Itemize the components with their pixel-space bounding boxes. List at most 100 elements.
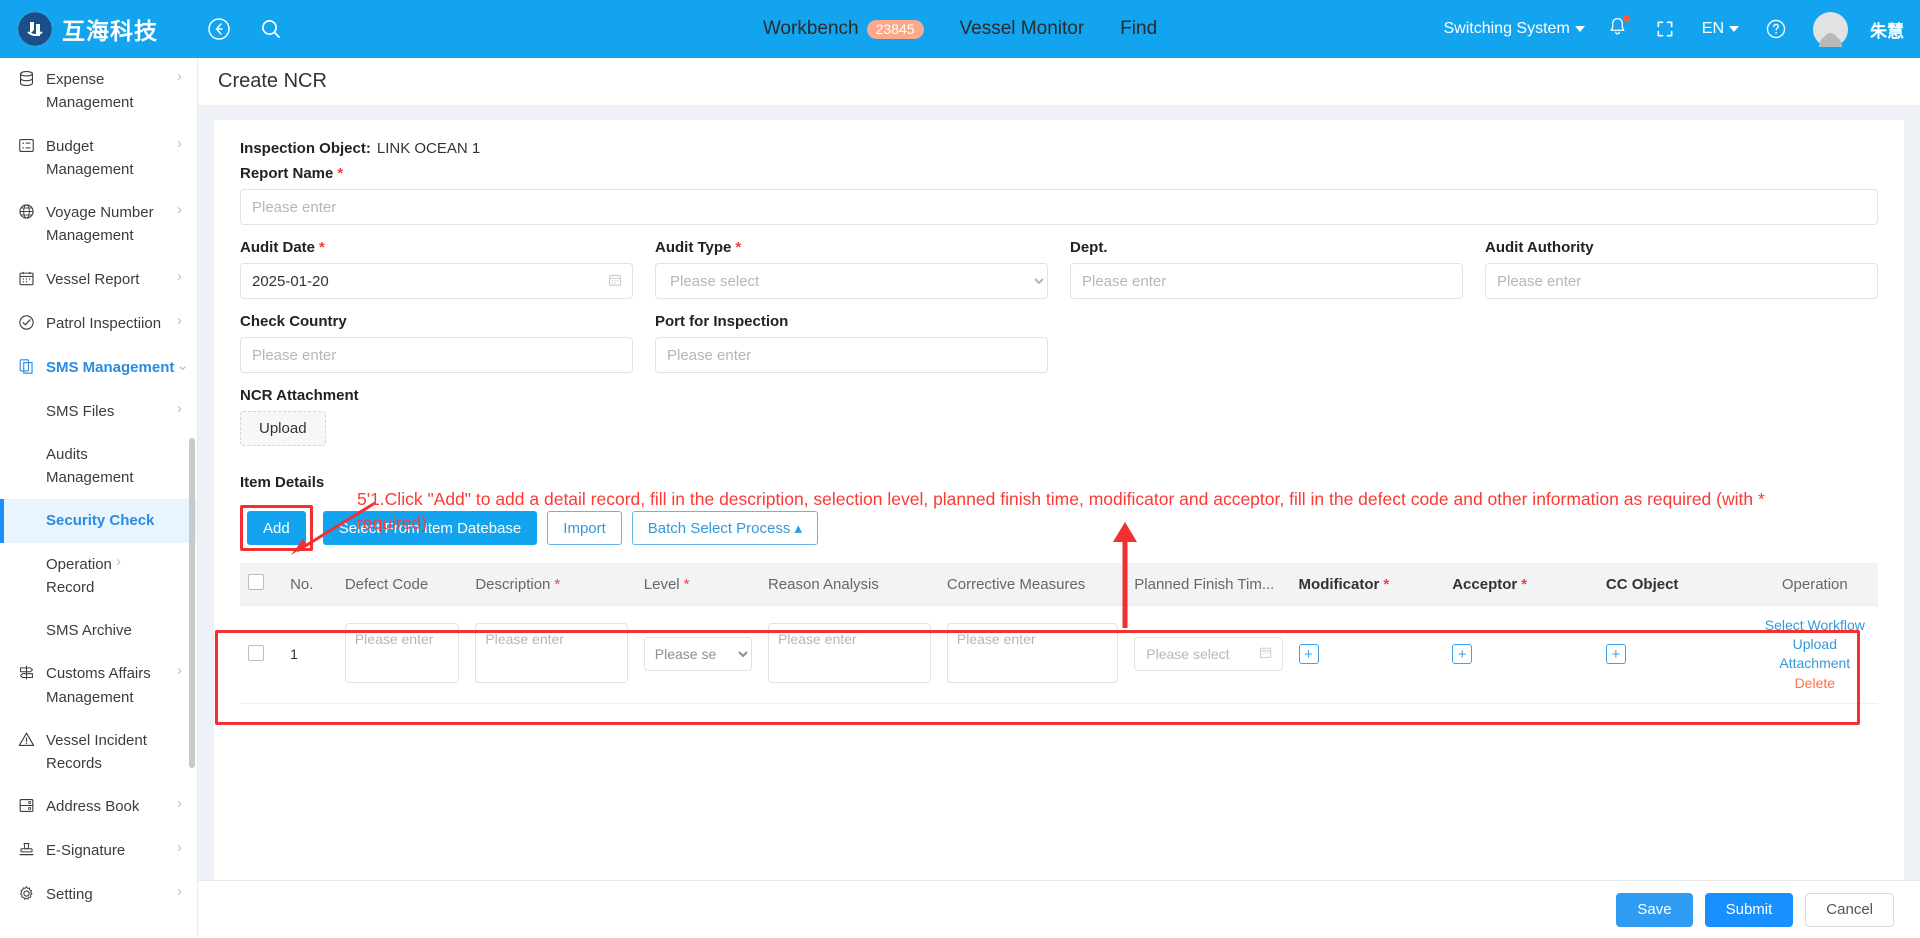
sidebar-item-audits-management[interactable]: Audits Management	[0, 433, 197, 500]
audit-date-label-row: Audit Date *	[240, 239, 633, 256]
sidebar-item-label: Security Check	[46, 512, 155, 530]
row-cc-object-cell: +	[1597, 605, 1752, 704]
report-name-field-group: Report Name *	[240, 165, 1878, 225]
sidebar-item-sms-management[interactable]: SMS Management ⌄	[0, 346, 197, 390]
nav-item-workbench[interactable]: Workbench 23845	[763, 18, 924, 40]
search-icon[interactable]	[256, 14, 286, 44]
level-select[interactable]: Please se	[643, 637, 752, 672]
sidebar-item-patrol-inspectiion[interactable]: Patrol Inspectiion ›	[0, 302, 197, 346]
row-corrective-measures-cell	[938, 605, 1127, 704]
sidebar-scrollbar[interactable]	[189, 438, 195, 768]
required-asterisk: *	[735, 239, 742, 256]
username-label: 朱慧	[1870, 21, 1904, 41]
select-from-item-database-button[interactable]: Select From Item Datebase	[322, 511, 538, 545]
sidebar-item-operation-record[interactable]: Operation Record ›	[0, 543, 197, 610]
row-level-cell: Please se	[635, 605, 760, 704]
save-button[interactable]: Save	[1616, 892, 1693, 927]
submit-button[interactable]: Submit	[1704, 892, 1794, 927]
check-country-input[interactable]	[240, 337, 633, 373]
report-name-label-row: Report Name *	[240, 165, 1878, 182]
signpost-icon	[14, 663, 38, 682]
sidebar-item-sms-archive[interactable]: SMS Archive	[0, 609, 197, 652]
check-country-label-row: Check Country	[240, 313, 633, 330]
row-acceptor-cell: +	[1444, 605, 1598, 704]
addressbook-icon	[14, 796, 38, 815]
cc-object-add-plus-icon[interactable]: +	[1605, 644, 1626, 665]
upload-attachment-link[interactable]: Upload Attachment	[1760, 635, 1870, 673]
switching-system-dropdown[interactable]: Switching System	[1444, 20, 1585, 38]
sidebar-item-vessel-report[interactable]: Vessel Report ›	[0, 258, 197, 302]
sidebar-item-setting[interactable]: Setting ›	[0, 873, 197, 917]
back-arrow-icon[interactable]	[204, 14, 234, 44]
audit-date-input[interactable]	[240, 263, 633, 299]
page-title: Create NCR	[198, 58, 1920, 106]
language-selector[interactable]: EN	[1702, 20, 1739, 38]
nav-item-find[interactable]: Find	[1120, 18, 1157, 40]
footer-action-bar: Save Submit Cancel	[198, 880, 1920, 938]
sidebar-item-vessel-incident-records[interactable]: Vessel Incident Records	[0, 719, 197, 786]
th-description: Description *	[467, 563, 636, 606]
brand-name: 互海科技	[62, 18, 158, 44]
chevron-right-icon: ›	[177, 839, 182, 857]
sidebar-item-budget-management[interactable]: × Budget Management ›	[0, 125, 197, 192]
row-planned-finish-time-cell	[1126, 605, 1291, 704]
defect-code-input[interactable]	[344, 622, 460, 683]
modificator-add-plus-icon[interactable]: +	[1298, 644, 1319, 665]
audit-date-field-group: Audit Date *	[240, 239, 633, 299]
description-input[interactable]	[475, 622, 628, 683]
gear-icon	[14, 884, 38, 903]
sidebar-item-label: Customs Affairs Management	[46, 665, 151, 706]
nav-item-vessel-monitor[interactable]: Vessel Monitor	[960, 18, 1085, 40]
cancel-button[interactable]: Cancel	[1805, 892, 1894, 927]
item-details-title: Item Details	[240, 474, 325, 491]
planned-finish-time-input[interactable]	[1134, 637, 1283, 672]
delete-link[interactable]: Delete	[1760, 674, 1870, 693]
sidebar-item-address-book[interactable]: Address Book ›	[0, 785, 197, 829]
audit-authority-input[interactable]	[1485, 263, 1878, 299]
chevron-right-icon: ›	[177, 311, 182, 329]
dept-input[interactable]	[1070, 263, 1463, 299]
svg-text:×: ×	[21, 145, 24, 151]
batch-select-process-button[interactable]: Batch Select Process ▴	[631, 511, 819, 545]
bell-icon[interactable]	[1607, 15, 1630, 42]
acceptor-add-plus-icon[interactable]: +	[1452, 644, 1473, 665]
port-for-inspection-label: Port for Inspection	[655, 313, 789, 330]
th-defect-code: Defect Code	[336, 563, 468, 606]
sidebar-item-label: Vessel Report	[46, 270, 140, 288]
row-description-cell	[467, 605, 636, 704]
sidebar-item-expense-management[interactable]: Expense Management ›	[0, 58, 197, 125]
corrective-measures-input[interactable]	[946, 622, 1119, 683]
table-row: 1 Please se	[240, 605, 1878, 704]
sidebar-item-customs-affairs-management[interactable]: Customs Affairs Management ›	[0, 652, 197, 719]
ncr-attachment-group: NCR Attachment Upload	[240, 387, 1878, 446]
report-name-input[interactable]	[240, 189, 1878, 225]
audit-authority-field-group: Audit Authority	[1485, 239, 1878, 299]
sidebar-item-label: Address Book	[46, 798, 140, 816]
upload-button[interactable]: Upload	[240, 411, 326, 446]
add-button[interactable]: Add	[247, 511, 306, 545]
import-button[interactable]: Import	[547, 511, 622, 545]
help-circle-icon[interactable]	[1761, 14, 1791, 44]
sidebar-item-e-signature[interactable]: E-Signature ›	[0, 829, 197, 873]
fullscreen-icon[interactable]	[1650, 14, 1680, 44]
avatar[interactable]	[1813, 11, 1848, 47]
row-checkbox[interactable]	[248, 644, 264, 661]
warning-triangle-icon	[14, 730, 38, 749]
chevron-right-icon: ›	[177, 795, 182, 813]
audit-type-select[interactable]: Please select	[655, 263, 1048, 299]
table-header-row: No. Defect Code Description * Level * Reas…	[240, 563, 1878, 606]
check-circle-icon	[14, 313, 38, 332]
reason-analysis-input[interactable]	[767, 622, 931, 683]
sidebar-item-voyage-number-management[interactable]: Voyage Number Management ›	[0, 191, 197, 258]
port-for-inspection-input[interactable]	[655, 337, 1048, 373]
sidebar-item-security-check[interactable]: Security Check	[0, 499, 197, 543]
required-asterisk: *	[337, 165, 344, 182]
ncr-attachment-label-row: NCR Attachment	[240, 387, 1878, 404]
brand-logo-area[interactable]: 互海科技	[18, 12, 158, 46]
select-all-checkbox[interactable]	[248, 574, 264, 590]
company-logo-icon	[18, 12, 52, 46]
sidebar-item-sms-files[interactable]: SMS Files ›	[0, 390, 197, 433]
check-country-label: Check Country	[240, 313, 347, 330]
sidebar-item-label: Operation Record	[46, 555, 112, 596]
select-workflow-link[interactable]: Select Workflow	[1760, 616, 1870, 635]
